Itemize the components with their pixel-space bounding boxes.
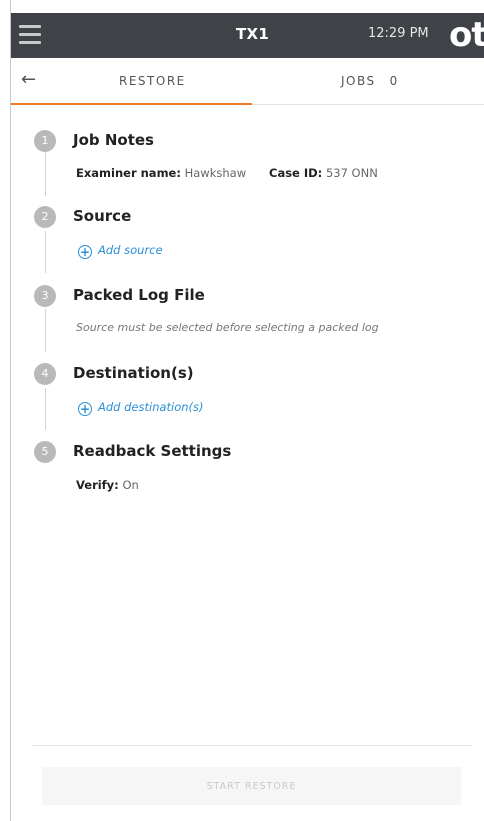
step-number-4: 4 [34,363,56,385]
case-id[interactable]: Case ID: 537 ONN [269,166,378,180]
step-title-job-notes: Job Notes [73,131,154,149]
plus-circle-icon: + [78,245,92,259]
add-destination-label: Add destination(s) [98,400,204,414]
step-connector [45,309,46,352]
examiner-name[interactable]: Examiner name: Hawkshaw [76,166,246,180]
window-border [10,0,11,821]
add-destination-button[interactable]: + Add destination(s) [78,400,204,416]
case-id-value: 537 ONN [325,166,378,180]
step-connector [45,152,46,196]
packed-log-note: Source must be selected before selecting… [76,321,379,334]
status-bar: TX1 12:29 PM ot [11,13,484,58]
tab-restore[interactable]: RESTORE [11,58,252,105]
step-title-destinations: Destination(s) [73,364,194,382]
step-number-3: 3 [34,285,56,307]
step-connector [45,388,46,430]
add-source-label: Add source [98,243,163,257]
active-tab-indicator [11,103,252,105]
step-number-1: 1 [34,130,56,152]
step-number-5: 5 [34,441,56,463]
footer-divider [32,745,472,746]
jobs-count-badge: 0 [389,74,399,88]
verify-value: On [122,478,139,492]
device-title: TX1 [236,25,270,43]
case-id-label: Case ID: [269,166,323,180]
step-title-source: Source [73,207,132,225]
examiner-label: Examiner name: [76,166,181,180]
step-number-2: 2 [34,206,56,228]
tab-bar: ← RESTORE JOBS 0 [11,58,484,105]
tab-jobs[interactable]: JOBS 0 [341,74,399,88]
start-restore-button[interactable]: START RESTORE [42,767,461,805]
hamburger-menu-icon[interactable] [19,25,41,45]
tab-restore-label: RESTORE [119,74,186,88]
step-connector [45,231,46,273]
verify-label: Verify: [76,478,119,492]
tab-jobs-label: JOBS [341,74,376,88]
brand-logo: ot [449,15,484,55]
verify-setting[interactable]: Verify: On [76,478,139,492]
add-source-button[interactable]: + Add source [78,243,163,259]
plus-circle-icon: + [78,402,92,416]
examiner-value: Hawkshaw [184,166,247,180]
clock: 12:29 PM [368,26,429,41]
step-title-readback: Readback Settings [73,442,232,460]
step-title-packed-log: Packed Log File [73,286,205,304]
